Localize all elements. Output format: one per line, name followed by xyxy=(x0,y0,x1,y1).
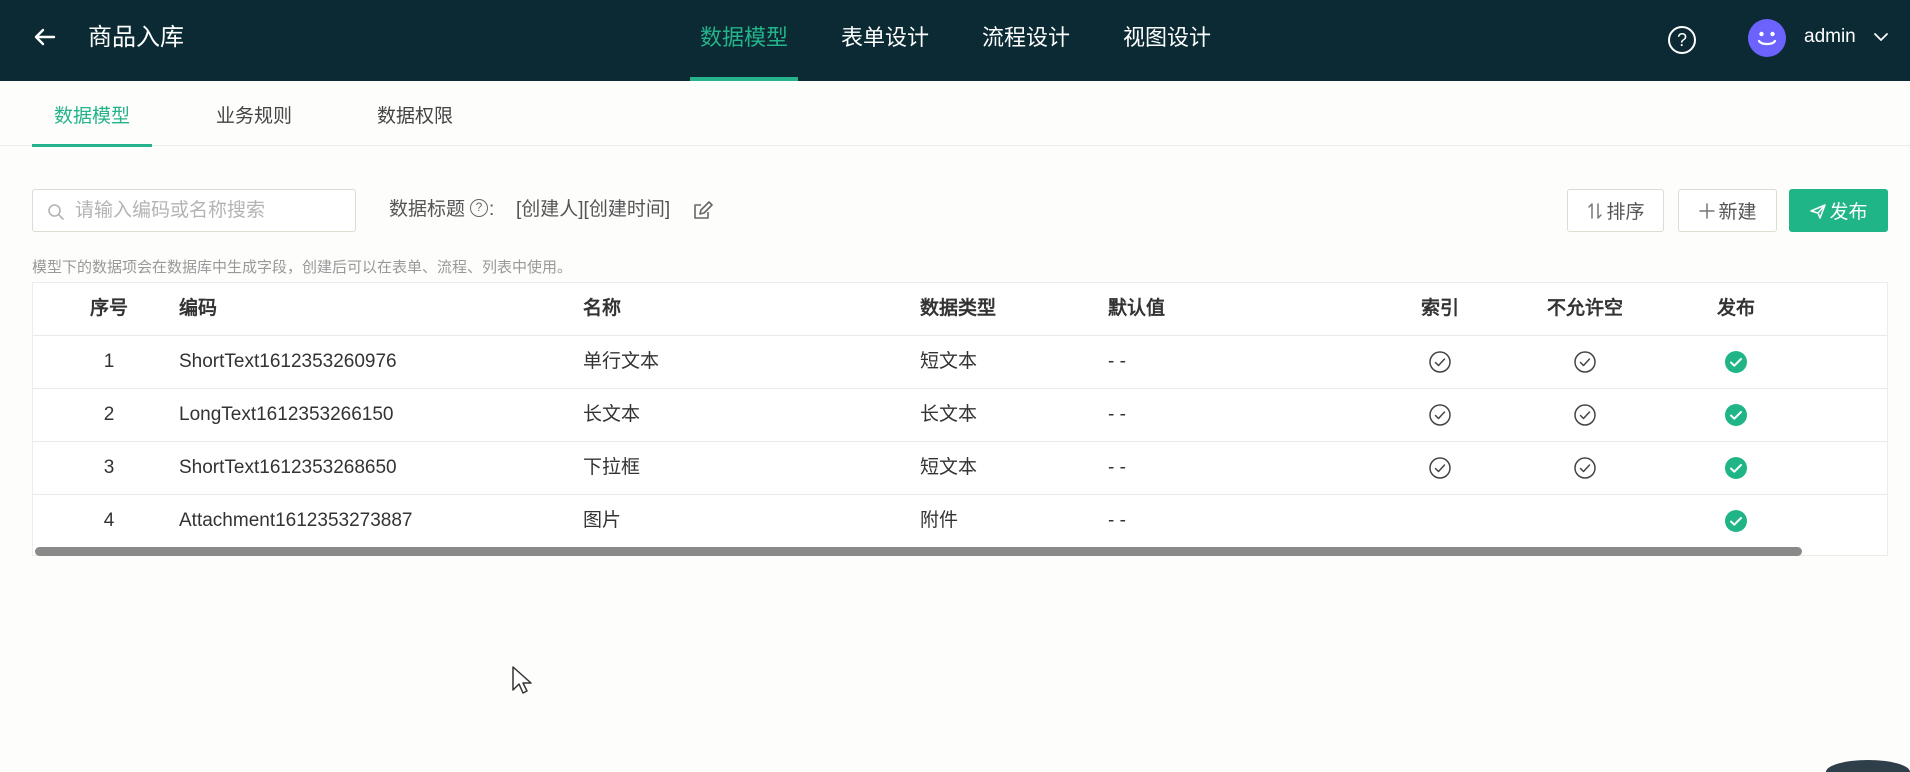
row-name: 下拉框 xyxy=(583,457,641,478)
search-icon xyxy=(47,203,65,221)
help-icon[interactable]: ? xyxy=(1668,26,1696,54)
publish-button-label: 发布 xyxy=(1829,202,1868,223)
sort-icon xyxy=(1586,202,1604,220)
not-null-check-icon xyxy=(1545,389,1625,441)
edit-icon[interactable] xyxy=(691,200,713,222)
column-header-index: 索引 xyxy=(1420,298,1459,319)
subtab-data-model[interactable]: 数据模型 xyxy=(31,81,153,147)
nav-flow-design[interactable]: 流程设计 xyxy=(972,0,1080,81)
nav-form-design[interactable]: 表单设计 xyxy=(831,0,939,81)
send-icon xyxy=(1809,202,1827,220)
row-no: 2 xyxy=(103,404,115,425)
column-header-default: 默认值 xyxy=(1108,298,1166,319)
published-check-icon xyxy=(1710,442,1762,494)
user-name[interactable]: admin xyxy=(1804,24,1856,50)
column-header-not-null: 不允许空 xyxy=(1546,298,1623,319)
row-name: 图片 xyxy=(583,510,622,531)
plus-icon xyxy=(1698,202,1716,220)
row-default: - - xyxy=(1108,351,1126,372)
publish-button[interactable]: 发布 xyxy=(1789,189,1888,232)
search-box xyxy=(32,189,356,232)
row-type: 短文本 xyxy=(920,457,978,478)
data-model-table: 序号 编码 名称 数据类型 默认值 索引 不允许空 发布 1 ShortText… xyxy=(32,282,1888,556)
search-input[interactable] xyxy=(75,190,345,231)
subtab-business-rules[interactable]: 业务规则 xyxy=(216,81,292,146)
published-check-icon xyxy=(1710,389,1762,441)
sort-button[interactable]: 排序 xyxy=(1567,189,1664,232)
top-nav: 数据模型 表单设计 流程设计 视图设计 xyxy=(690,0,1254,81)
avatar[interactable] xyxy=(1748,19,1786,57)
index-check-icon xyxy=(1414,389,1466,441)
question-circle-icon[interactable]: ? xyxy=(470,199,488,217)
top-bar: 商品入库 数据模型 表单设计 流程设计 视图设计 ? admin xyxy=(0,0,1910,81)
subtab-data-permission[interactable]: 数据权限 xyxy=(377,81,453,146)
nav-data-model[interactable]: 数据模型 xyxy=(690,0,799,81)
horizontal-scrollbar[interactable] xyxy=(35,547,1802,556)
row-type: 附件 xyxy=(920,510,959,531)
row-code: Attachment1612353273887 xyxy=(179,510,413,531)
sort-button-label: 排序 xyxy=(1606,202,1645,223)
table-row[interactable]: 1 ShortText1612353260976 单行文本 短文本 - - xyxy=(33,336,1887,389)
row-default: - - xyxy=(1108,404,1126,425)
table-row[interactable]: 4 Attachment1612353273887 图片 附件 - - xyxy=(33,495,1887,548)
model-hint-text: 模型下的数据项会在数据库中生成字段，创建后可以在表单、流程、列表中使用。 xyxy=(32,259,573,276)
chevron-down-icon[interactable] xyxy=(1872,28,1890,46)
row-default: - - xyxy=(1108,510,1126,531)
row-no: 4 xyxy=(103,510,115,531)
floating-widget[interactable] xyxy=(1826,760,1910,772)
back-arrow-icon[interactable] xyxy=(30,22,60,52)
new-button-label: 新建 xyxy=(1718,202,1757,223)
row-code: ShortText1612353260976 xyxy=(179,351,397,372)
data-title-colon: : xyxy=(489,199,495,220)
row-no: 1 xyxy=(103,351,115,372)
column-header-name: 名称 xyxy=(583,298,622,319)
index-check-icon xyxy=(1414,336,1466,388)
row-type: 短文本 xyxy=(920,351,978,372)
row-type: 长文本 xyxy=(920,404,978,425)
data-title-value: [创建人][创建时间] xyxy=(516,199,671,220)
column-header-code: 编码 xyxy=(179,298,218,319)
data-title-label: 数据标题 xyxy=(389,199,466,220)
index-check-icon xyxy=(1414,442,1466,494)
table-header-row: 序号 编码 名称 数据类型 默认值 索引 不允许空 发布 xyxy=(33,283,1887,336)
table-row[interactable]: 2 LongText1612353266150 长文本 长文本 - - xyxy=(33,389,1887,442)
column-header-no: 序号 xyxy=(89,298,128,319)
column-header-type: 数据类型 xyxy=(920,298,997,319)
mouse-cursor-icon xyxy=(511,665,533,695)
nav-view-design[interactable]: 视图设计 xyxy=(1113,0,1221,81)
published-check-icon xyxy=(1710,495,1762,547)
column-header-publish: 发布 xyxy=(1716,298,1755,319)
row-name: 单行文本 xyxy=(583,351,660,372)
row-code: LongText1612353266150 xyxy=(179,404,394,425)
table-row[interactable]: 3 ShortText1612353268650 下拉框 短文本 - - xyxy=(33,442,1887,495)
new-button[interactable]: 新建 xyxy=(1678,189,1777,232)
published-check-icon xyxy=(1710,336,1762,388)
row-name: 长文本 xyxy=(583,404,641,425)
not-null-check-icon xyxy=(1545,442,1625,494)
not-null-check-icon xyxy=(1545,336,1625,388)
row-default: - - xyxy=(1108,457,1126,478)
row-no: 3 xyxy=(103,457,115,478)
app-title: 商品入库 xyxy=(88,24,184,51)
sub-tabs: 数据模型 业务规则 数据权限 xyxy=(0,81,1910,147)
row-code: ShortText1612353268650 xyxy=(179,457,397,478)
